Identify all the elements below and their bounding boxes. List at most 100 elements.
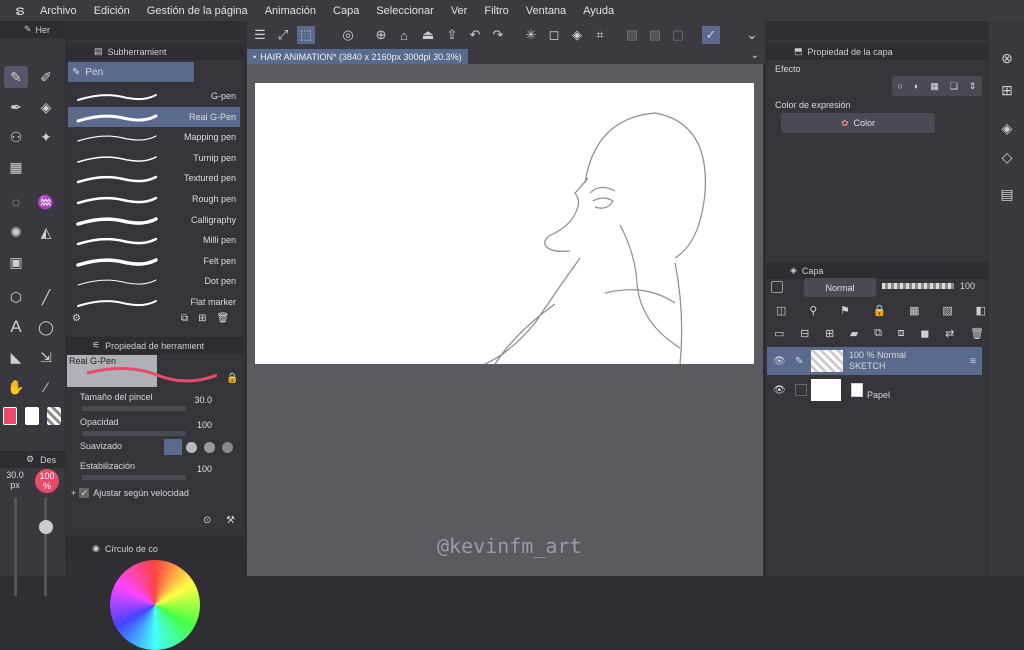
smoothing-option-1[interactable] — [164, 439, 182, 455]
menu-capa[interactable]: Capa — [333, 5, 359, 17]
effect-layer-icon[interactable]: ❏ — [950, 81, 958, 92]
mask-icon[interactable]: ▨ — [942, 304, 952, 320]
menu-animacion[interactable]: Animación — [265, 5, 316, 17]
opacity-slider-handle[interactable] — [39, 520, 53, 534]
tool-property-settings-icon[interactable]: ⚒ — [226, 515, 235, 526]
sub-color-swatch[interactable] — [25, 407, 39, 425]
brush-item[interactable]: Calligraphy — [68, 210, 240, 230]
brush-size-bar[interactable] — [82, 406, 186, 411]
eyedropper-tool-icon[interactable]: ⁄ — [34, 376, 58, 398]
layers-dock-icon[interactable]: ◇ — [995, 146, 1019, 168]
opacity-bar[interactable] — [82, 431, 186, 436]
brush-item[interactable]: Mapping pen — [68, 127, 240, 147]
hand-tool-icon[interactable]: ✋ — [4, 376, 28, 398]
smoothing-option-4[interactable] — [222, 442, 233, 453]
stabilization-bar[interactable] — [82, 475, 186, 480]
opacity-slider-track[interactable] — [44, 498, 47, 596]
close-panel-icon[interactable]: ⊗ — [995, 47, 1019, 69]
stabilization-value[interactable]: 100 — [197, 464, 212, 474]
fill-tool-icon[interactable]: ◭ — [34, 221, 58, 243]
line-tool-icon[interactable]: ╱ — [34, 286, 58, 308]
crop-icon[interactable]: ⌗ — [591, 26, 609, 44]
deselect-icon[interactable]: ▢ — [669, 26, 687, 44]
brush-item[interactable]: Turnip pen — [68, 148, 240, 168]
move-icon[interactable]: ⇄ — [945, 327, 954, 343]
subtool-group-pen[interactable]: ✎ Pen — [68, 62, 194, 82]
visibility-eye-icon[interactable]: 👁 — [773, 356, 787, 367]
brush-item[interactable]: Felt pen — [68, 251, 240, 271]
brush-item[interactable]: Milli pen — [68, 230, 240, 250]
layer-panel-title[interactable]: Capa — [802, 266, 824, 276]
new-raster-icon[interactable]: ▭ — [774, 327, 784, 343]
visibility-eye-icon[interactable]: 👁 — [773, 385, 787, 396]
reference-icon[interactable]: ⚲ — [809, 304, 817, 320]
new-vector-icon[interactable]: ⊟ — [800, 327, 809, 343]
effect-border-icon[interactable]: ◐ — [914, 81, 919, 91]
toolbar-expand-icon[interactable]: ⌄ — [743, 26, 761, 44]
lasso-tool-icon[interactable]: ◌ — [4, 191, 28, 213]
subtool-copy-icon[interactable]: ⧉ — [181, 313, 188, 324]
invert-icon[interactable]: ▨ — [646, 26, 664, 44]
navigator-icon[interactable]: ⊞ — [995, 79, 1019, 101]
new-layer-icon[interactable]: ⊞ — [825, 327, 834, 343]
subtool-title[interactable]: Subherramient — [108, 47, 167, 57]
merge-icon[interactable]: ⧉ — [874, 327, 882, 343]
menu-edicion[interactable]: Edición — [94, 5, 130, 17]
menu-gestion-pagina[interactable]: Gestión de la página — [147, 5, 248, 17]
transform-icon[interactable]: ⬚ — [297, 26, 315, 44]
copy-layer-icon[interactable]: ⧈ — [898, 327, 905, 343]
effect-more-icon[interactable]: ⇕ — [969, 81, 977, 92]
text-tool-icon[interactable]: A — [4, 316, 28, 338]
new-folder-icon[interactable]: ▰ — [850, 327, 858, 343]
brush-item[interactable]: G-pen — [68, 86, 240, 106]
grid-tool-icon[interactable]: ▦ — [4, 156, 28, 178]
new-file-icon[interactable]: ⊕ — [372, 26, 390, 44]
fit-icon[interactable]: ⤢ — [274, 26, 292, 44]
adjust-speed-checkbox[interactable]: ✓ — [79, 488, 90, 498]
layer-mask-toggle[interactable] — [771, 281, 783, 293]
tab-menu-icon[interactable]: ⌄ — [751, 50, 759, 61]
drawing-canvas[interactable] — [255, 83, 754, 365]
layer-search-icon[interactable]: ◈ — [995, 117, 1019, 139]
export-icon[interactable]: ⇪ — [443, 26, 461, 44]
auto-select-tool-icon[interactable]: ♒ — [34, 191, 58, 213]
expression-color-select[interactable]: ✿ Color — [781, 113, 935, 133]
brush-item[interactable]: Real G-Pen — [68, 106, 240, 127]
select-icon[interactable]: ▧ — [623, 26, 641, 44]
fill-layer-icon[interactable]: ◈ — [568, 26, 586, 44]
menu-ayuda[interactable]: Ayuda — [583, 5, 614, 17]
open-file-icon[interactable]: ⌂ — [395, 26, 413, 44]
subtool-duplicate-icon[interactable]: ⊞ — [198, 313, 206, 324]
effect-circle-icon[interactable]: ○ — [897, 81, 902, 91]
menu-seleccionar[interactable]: Seleccionar — [376, 5, 433, 17]
menu-archivo[interactable]: Archivo — [40, 5, 77, 17]
3d-object-tool-icon[interactable]: ⬡ — [4, 286, 28, 308]
des-tab-label[interactable]: Des — [40, 455, 56, 465]
decoration-tool-icon[interactable]: ⚇ — [4, 126, 28, 148]
menu-ventana[interactable]: Ventana — [526, 5, 566, 17]
effect-buttons[interactable]: ○ ◐ ▦ ❏ ⇕ — [892, 76, 982, 96]
gradient-tool-icon[interactable]: ▣ — [4, 251, 28, 273]
brush-size-value[interactable]: 30.0 — [194, 395, 212, 405]
app-logo-icon[interactable]: ຣ — [0, 0, 40, 21]
adjust-speed-row[interactable]: + ✓ Ajustar según velocidad — [71, 488, 189, 498]
layer-property-title[interactable]: Propiedad de la capa — [808, 47, 893, 57]
blend-mode-select[interactable]: Normal — [804, 278, 876, 297]
size-slider-track[interactable] — [14, 498, 17, 596]
brush-item[interactable]: Textured pen — [68, 168, 240, 188]
subtool-settings-icon[interactable]: ⚙ — [72, 313, 81, 324]
effect-tone-icon[interactable]: ▦ — [930, 81, 939, 92]
document-tab[interactable]: • HAIR ANIMATION* (3840 x 2160px 300dpi … — [247, 49, 468, 64]
clear-icon[interactable]: ◻ — [545, 26, 563, 44]
transparent-color-swatch[interactable] — [47, 407, 61, 425]
brush-item[interactable]: Rough pen — [68, 189, 240, 209]
eyedropper-spark-icon[interactable]: ✺ — [4, 221, 28, 243]
ruler-tool-icon[interactable]: ⇲ — [34, 346, 58, 368]
history-icon[interactable]: ▤ — [995, 183, 1019, 205]
pencil-tool-icon[interactable]: ✐ — [34, 66, 58, 88]
layer-row-paper[interactable]: 👁 Papel — [767, 376, 982, 404]
redo-icon[interactable]: ↷ — [489, 26, 507, 44]
tool-panel-tab-label[interactable]: Her — [36, 25, 51, 35]
preview-lock-icon[interactable]: 🔒 — [226, 373, 238, 384]
mask-add-icon[interactable]: ◼ — [920, 327, 929, 343]
